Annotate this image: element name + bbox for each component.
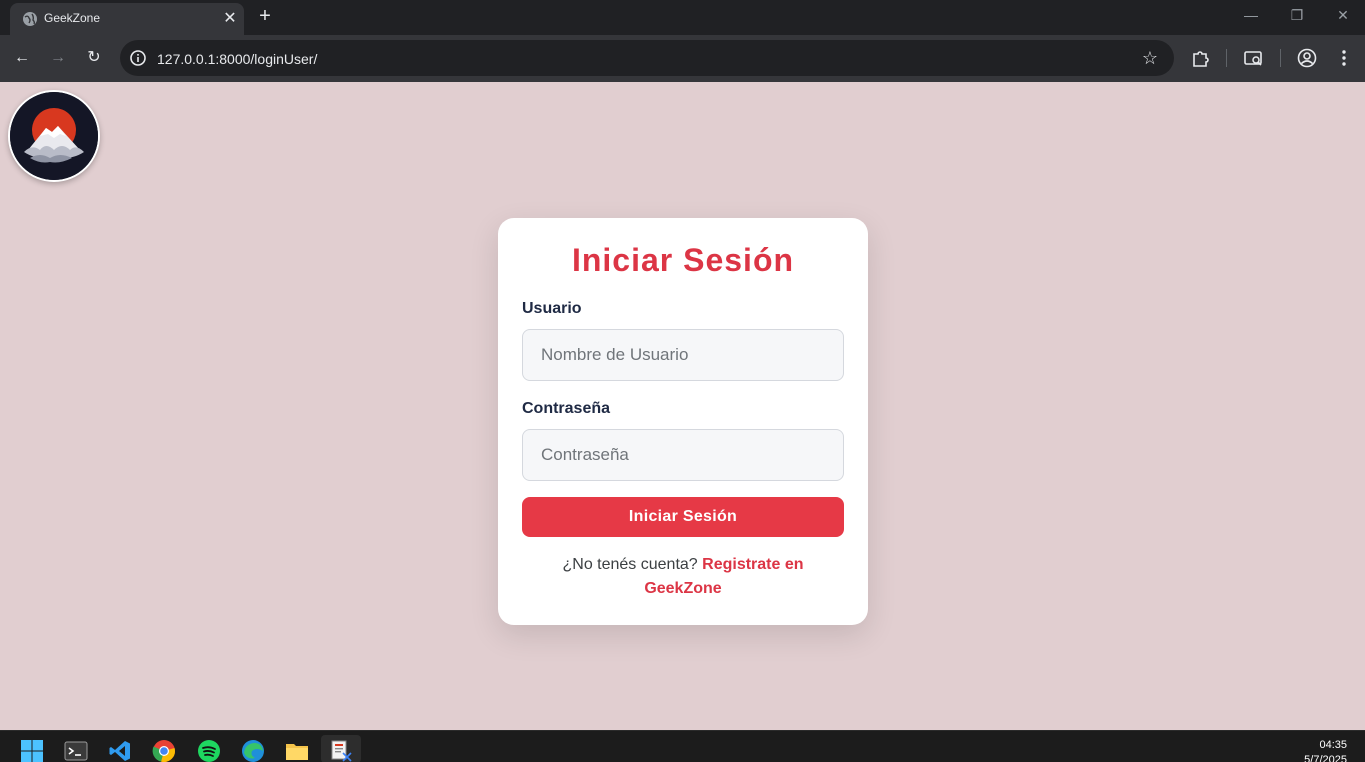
file-explorer-icon[interactable]	[285, 739, 309, 762]
reload-icon[interactable]: ↻	[82, 46, 106, 70]
spotify-icon[interactable]	[197, 739, 221, 762]
login-submit-button[interactable]: Iniciar Sesión	[522, 497, 844, 537]
password-label: Contraseña	[522, 400, 611, 417]
tab-search-icon[interactable]	[1243, 47, 1265, 69]
tab-close-icon[interactable]: ✕	[220, 9, 240, 29]
extensions-icon[interactable]	[1190, 47, 1212, 69]
vscode-icon[interactable]	[108, 739, 132, 762]
taskbar: 04:35 5/7/2025	[0, 730, 1365, 762]
bookmark-star-icon[interactable]: ☆	[1140, 48, 1160, 68]
register-prompt-text: ¿No tenés cuenta? Registrate en GeekZone	[548, 553, 818, 601]
menu-kebab-icon[interactable]	[1333, 47, 1355, 69]
browser-toolbar: ← → ↻ 127.0.0.1:8000/loginUser/ ☆	[0, 35, 1365, 82]
edge-icon[interactable]	[241, 739, 265, 762]
login-card: Iniciar Sesión Usuario Contraseña Inicia…	[498, 218, 868, 625]
chrome-icon[interactable]	[152, 739, 176, 762]
username-input[interactable]	[522, 329, 844, 381]
mount-fuji-red-sun-logo	[10, 92, 98, 180]
forward-icon[interactable]: →	[46, 46, 70, 70]
restore-icon[interactable]: ❐	[1285, 4, 1309, 26]
browser-tab-bar: GeekZone ✕ + — ❐ ✕	[0, 0, 1365, 35]
windows-start-icon[interactable]	[20, 739, 44, 762]
clock-date[interactable]: 5/7/2025	[1304, 754, 1347, 762]
toolbar-separator	[1226, 49, 1227, 67]
password-input[interactable]	[522, 429, 844, 481]
new-tab-icon[interactable]: +	[254, 5, 276, 27]
globe-icon	[23, 12, 37, 26]
site-logo[interactable]	[8, 90, 100, 182]
login-title: Iniciar Sesión	[571, 242, 795, 278]
tab-title: GeekZone	[44, 11, 101, 25]
username-label: Usuario	[522, 300, 582, 317]
toolbar-separator	[1280, 49, 1281, 67]
back-icon[interactable]: ←	[10, 46, 34, 70]
address-bar[interactable]: 127.0.0.1:8000/loginUser/ ☆	[120, 40, 1174, 76]
profile-icon[interactable]	[1296, 47, 1318, 69]
terminal-icon[interactable]	[64, 739, 88, 762]
window-close-icon[interactable]: ✕	[1331, 4, 1355, 26]
page-viewport: Iniciar Sesión Usuario Contraseña Inicia…	[0, 82, 1365, 730]
browser-tab[interactable]: GeekZone ✕	[10, 3, 244, 35]
url-text[interactable]: 127.0.0.1:8000/loginUser/	[157, 51, 317, 67]
site-info-icon[interactable]	[129, 49, 147, 67]
minimize-icon[interactable]: —	[1239, 4, 1263, 26]
app-icon[interactable]	[329, 739, 353, 762]
register-prompt: ¿No tenés cuenta?	[562, 556, 698, 573]
clock-time[interactable]: 04:35	[1319, 739, 1347, 751]
